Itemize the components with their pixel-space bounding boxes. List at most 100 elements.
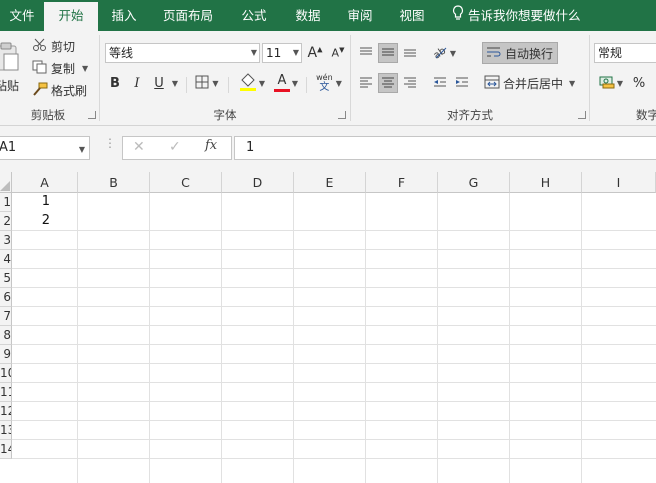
- tab-view[interactable]: 视图: [386, 0, 438, 31]
- row-header[interactable]: 4: [0, 250, 12, 269]
- column-header-f[interactable]: F: [366, 172, 438, 193]
- font-size-value: 11: [266, 46, 282, 60]
- decrease-indent-icon: [433, 76, 447, 91]
- accounting-format-button[interactable]: ▼: [596, 73, 626, 93]
- phonetic-guide-button[interactable]: wén 文 ▼: [312, 69, 346, 97]
- italic-button[interactable]: I: [128, 73, 146, 93]
- column-header-g[interactable]: G: [438, 172, 510, 193]
- gridline: [12, 268, 656, 269]
- gridline: [12, 325, 656, 326]
- column-header-c[interactable]: C: [150, 172, 222, 193]
- alignment-launcher-icon[interactable]: [578, 111, 586, 119]
- row-header[interactable]: 6: [0, 288, 12, 307]
- increase-indent-button[interactable]: [452, 73, 472, 93]
- group-divider: [350, 35, 351, 121]
- row-header[interactable]: 10: [0, 364, 12, 383]
- clipboard-launcher-icon[interactable]: [88, 111, 96, 119]
- row-header[interactable]: 12: [0, 402, 12, 421]
- tab-file[interactable]: 文件: [0, 0, 44, 31]
- borders-button[interactable]: ▼: [192, 73, 222, 93]
- gridline: [12, 458, 656, 459]
- formula-buttons: ✕ ✓ fx: [122, 136, 232, 160]
- chevron-down-icon: ▼: [569, 78, 576, 88]
- column-header-e[interactable]: E: [294, 172, 366, 193]
- format-painter-button[interactable]: 格式刷: [32, 81, 92, 99]
- lightbulb-icon: [452, 1, 464, 32]
- column-header-b[interactable]: B: [78, 172, 150, 193]
- shrink-font-button[interactable]: A▼: [328, 43, 348, 63]
- select-all-corner[interactable]: [0, 172, 12, 193]
- chevron-down-icon: ▼: [291, 78, 299, 88]
- gridline: [12, 382, 656, 383]
- ribbon-tab-bar: 文件 开始 插入 页面布局 公式 数据 审阅 视图 告诉我你想要做什么: [0, 0, 656, 31]
- font-name-select[interactable]: 等线 ▼: [105, 43, 260, 63]
- row-header[interactable]: 13: [0, 421, 12, 440]
- row-header[interactable]: 14: [0, 440, 12, 459]
- splitter-handle-icon[interactable]: ⋮: [104, 137, 116, 149]
- tab-data[interactable]: 数据: [282, 0, 334, 31]
- font-name-value: 等线: [109, 46, 134, 60]
- underline-button[interactable]: U: [150, 73, 168, 93]
- tab-page-layout[interactable]: 页面布局: [150, 0, 226, 31]
- row-header[interactable]: 7: [0, 307, 12, 326]
- align-middle-button[interactable]: [378, 43, 398, 63]
- row-header[interactable]: 11: [0, 383, 12, 402]
- align-left-button[interactable]: [356, 73, 376, 93]
- cut-label: 剪切: [51, 39, 76, 54]
- gridline: [12, 230, 656, 231]
- insert-function-button[interactable]: fx: [205, 138, 217, 153]
- cell-a2[interactable]: 2: [12, 213, 50, 228]
- row-header[interactable]: 5: [0, 269, 12, 288]
- wrap-text-button[interactable]: 自动换行: [482, 42, 558, 64]
- align-bottom-button[interactable]: [400, 43, 420, 63]
- row-header[interactable]: 3: [0, 231, 12, 250]
- align-right-button[interactable]: [400, 73, 420, 93]
- align-bottom-icon: [403, 46, 417, 61]
- align-top-button[interactable]: [356, 43, 376, 63]
- row-header[interactable]: 9: [0, 345, 12, 364]
- row-header[interactable]: 8: [0, 326, 12, 345]
- name-box[interactable]: A1 ▼: [0, 136, 90, 160]
- font-launcher-icon[interactable]: [338, 111, 346, 119]
- column-header-d[interactable]: D: [222, 172, 294, 193]
- paintbrush-icon: [32, 82, 48, 99]
- formula-input[interactable]: 1: [234, 136, 656, 160]
- grow-font-button[interactable]: A▲: [305, 43, 325, 63]
- font-size-select[interactable]: 11 ▼: [262, 43, 302, 63]
- chevron-down-icon[interactable]: ▼: [170, 73, 180, 93]
- column-header-h[interactable]: H: [510, 172, 582, 193]
- align-center-button[interactable]: [378, 73, 398, 93]
- cut-button[interactable]: 剪切: [32, 37, 82, 55]
- column-header-i[interactable]: I: [582, 172, 656, 193]
- copy-button[interactable]: 复制 ▼: [32, 59, 96, 77]
- decrease-indent-button[interactable]: [430, 73, 450, 93]
- align-right-icon: [403, 76, 417, 91]
- tab-formulas[interactable]: 公式: [226, 0, 282, 31]
- paste-button[interactable]: 粘贴: [0, 35, 22, 101]
- fill-color-button[interactable]: ▼: [236, 71, 268, 95]
- merge-center-button[interactable]: 合并后居中 ▼: [484, 73, 580, 93]
- orientation-button[interactable]: ab ▼: [428, 43, 460, 63]
- format-painter-label: 格式刷: [51, 83, 88, 98]
- gridline: [12, 363, 656, 364]
- cell-a1[interactable]: 1: [12, 194, 50, 209]
- cancel-icon[interactable]: ✕: [133, 139, 145, 155]
- bold-button[interactable]: B: [106, 73, 124, 93]
- tab-review[interactable]: 审阅: [334, 0, 386, 31]
- font-color-button[interactable]: A ▼: [270, 71, 302, 95]
- wrap-text-label: 自动换行: [505, 46, 554, 61]
- increase-indent-icon: [455, 76, 469, 91]
- currency-icon: [599, 75, 615, 92]
- column-header-a[interactable]: A: [12, 172, 78, 193]
- number-format-select[interactable]: 常规: [594, 43, 656, 63]
- percent-button[interactable]: %: [630, 73, 648, 93]
- tell-me-text: 告诉我你想要做什么: [468, 8, 581, 23]
- tab-insert[interactable]: 插入: [98, 0, 150, 31]
- chevron-down-icon: ▼: [616, 78, 624, 88]
- row-header[interactable]: 1: [0, 193, 12, 212]
- tab-home[interactable]: 开始: [44, 2, 98, 31]
- worksheet-grid[interactable]: A B C D E F G H I 1 2 3 4 5 6 7 8 9 10 1…: [0, 172, 656, 483]
- tell-me-box[interactable]: 告诉我你想要做什么: [452, 0, 652, 31]
- check-icon[interactable]: ✓: [169, 139, 181, 155]
- row-header[interactable]: 2: [0, 212, 12, 231]
